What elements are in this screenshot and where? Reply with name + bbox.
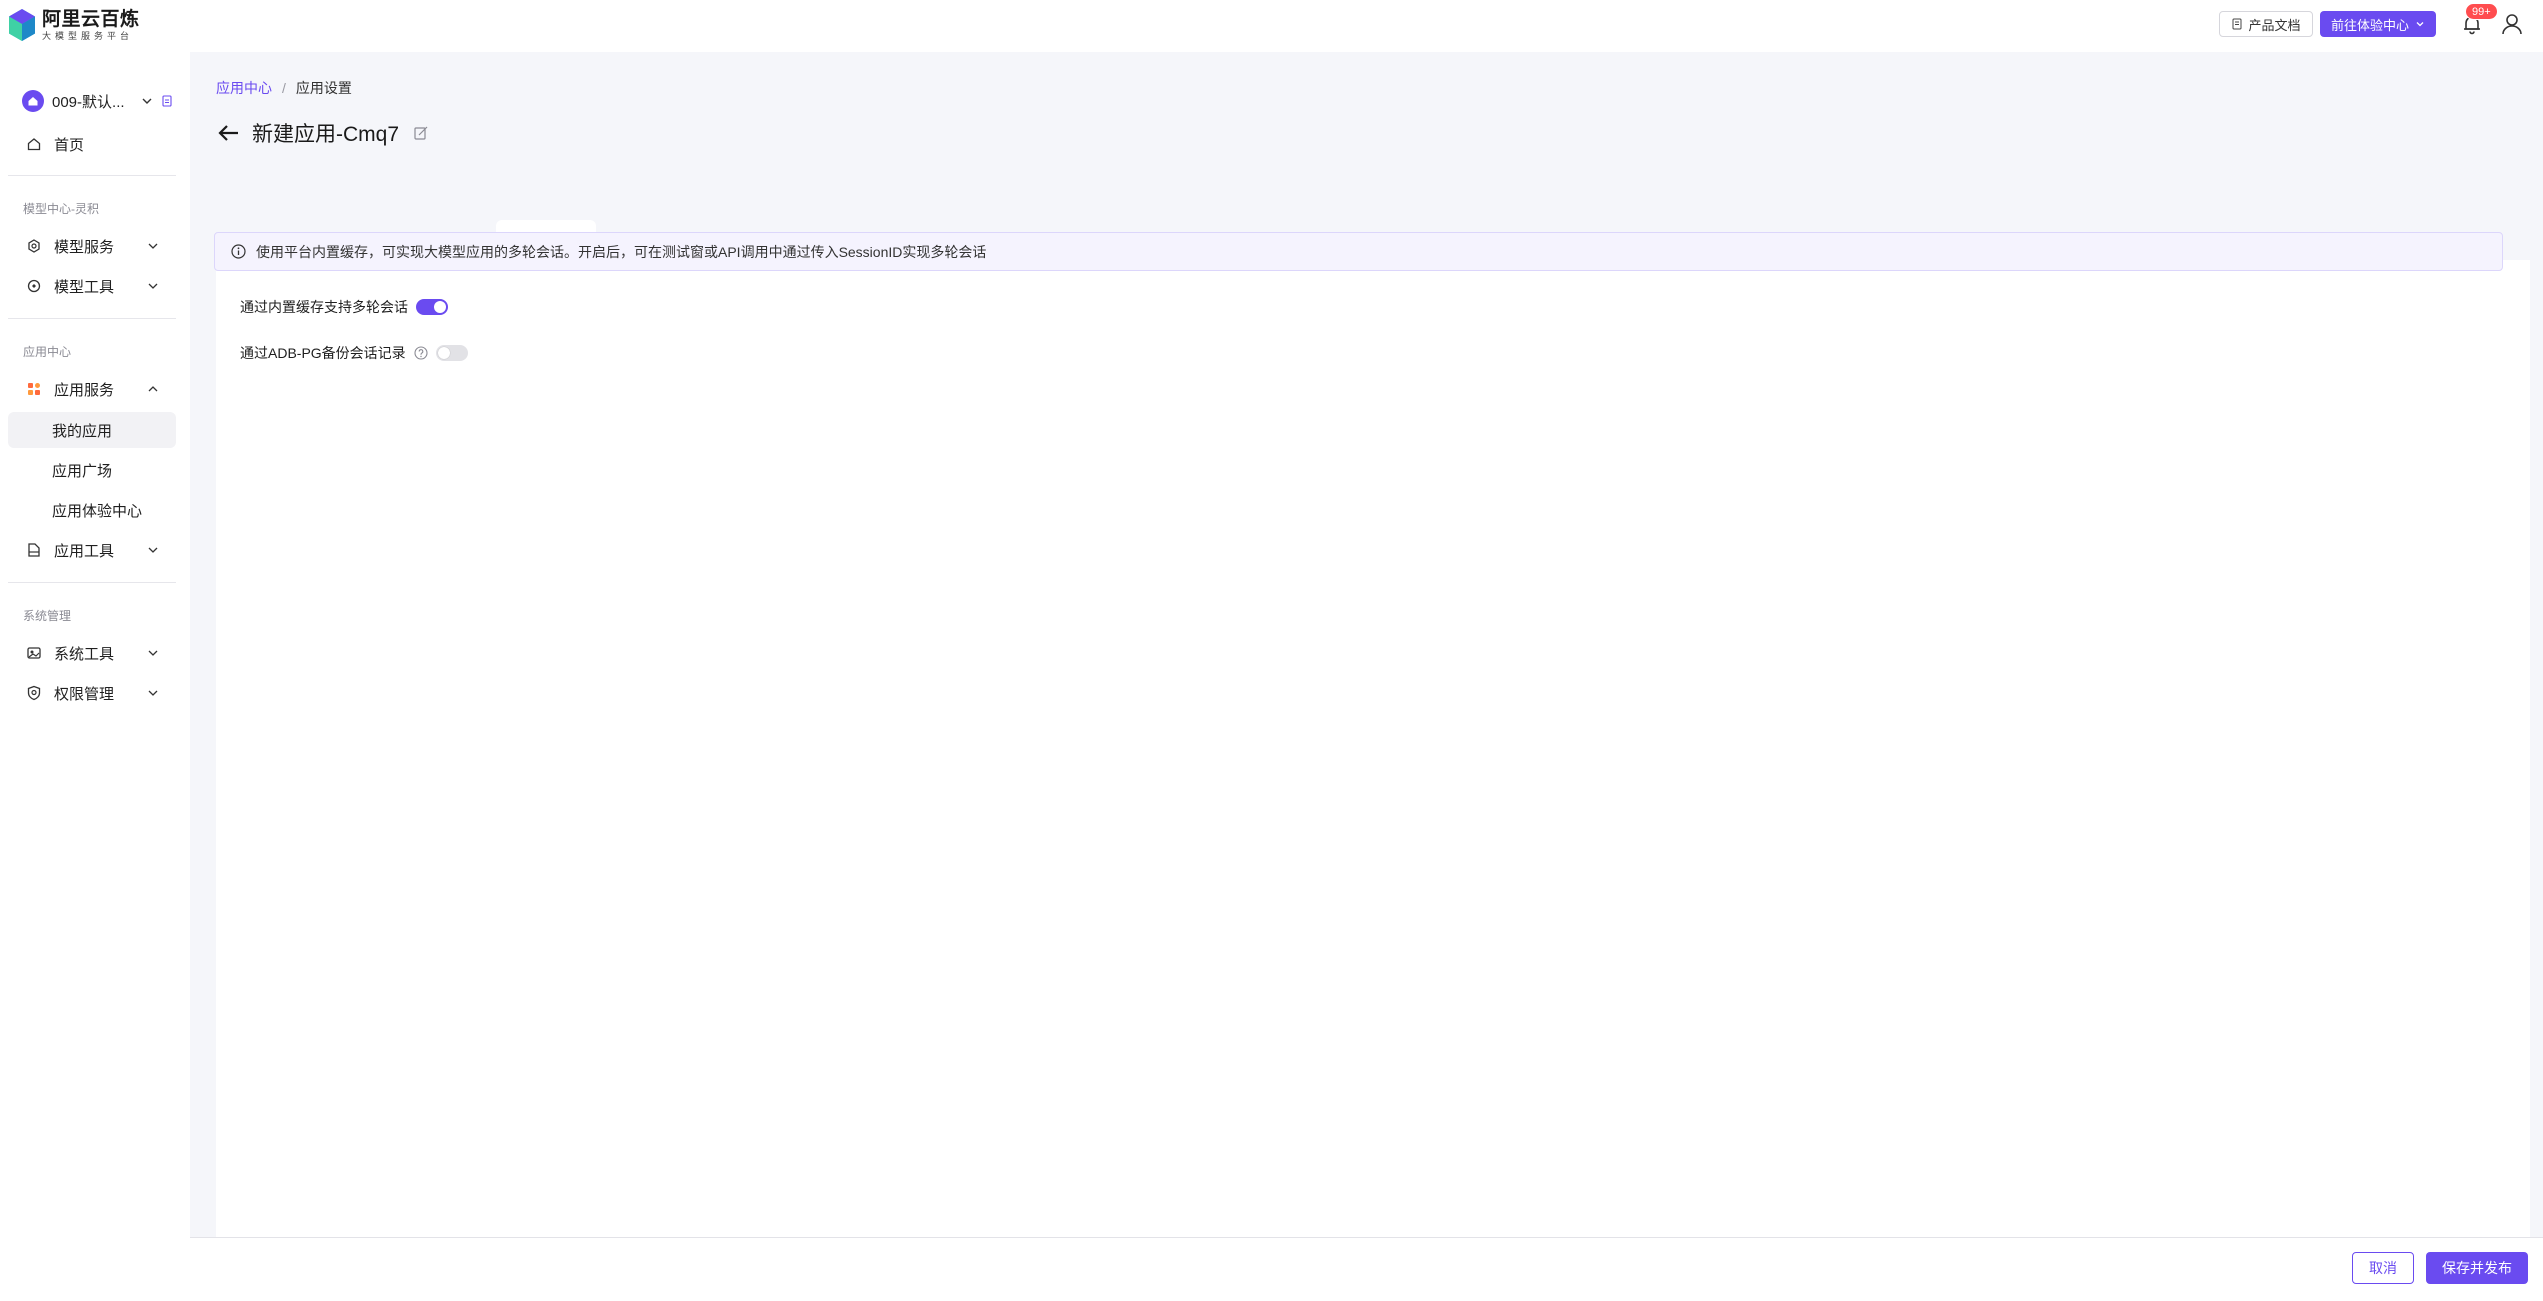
sidebar-item-app-plaza[interactable]: 应用广场 xyxy=(8,452,176,488)
sidebar-item-label: 模型工具 xyxy=(54,278,115,296)
sidebar-item-label: 应用体验中心 xyxy=(52,502,143,520)
system-tools-icon xyxy=(26,645,42,661)
option-builtin-cache: 通过内置缓存支持多轮会话 xyxy=(240,297,448,317)
chevron-down-icon xyxy=(148,690,158,696)
breadcrumb-separator: / xyxy=(282,80,286,96)
sidebar-item-label: 首页 xyxy=(54,136,85,154)
sidebar-item-label: 系统工具 xyxy=(54,645,115,663)
home-icon xyxy=(28,97,38,106)
sidebar-item-model-service[interactable]: 模型服务 xyxy=(8,228,176,264)
document-icon xyxy=(2232,18,2242,30)
section-label-model: 模型中心-灵积 xyxy=(23,202,99,216)
info-alert: 使用平台内置缓存，可实现大模型应用的多轮会话。开启后，可在测试窗或API调用中通… xyxy=(214,232,2503,271)
workspace-doc-icon[interactable] xyxy=(160,94,174,108)
section-label-system: 系统管理 xyxy=(23,609,72,623)
info-icon xyxy=(231,244,246,259)
cancel-button[interactable]: 取消 xyxy=(2352,1252,2414,1284)
chevron-up-icon xyxy=(148,386,158,392)
sidebar-divider xyxy=(8,318,176,319)
brand-title: 阿里云百炼 xyxy=(42,8,140,30)
chevron-down-icon xyxy=(148,243,158,249)
experience-center-button[interactable]: 前往体验中心 xyxy=(2320,11,2436,37)
product-docs-button[interactable]: 产品文档 xyxy=(2219,11,2313,37)
app-tools-icon xyxy=(26,542,42,558)
home-icon xyxy=(26,136,42,152)
edit-icon[interactable] xyxy=(413,125,429,141)
sidebar-item-app-tools[interactable]: 应用工具 xyxy=(8,532,176,568)
footer-bar xyxy=(190,1237,2543,1301)
option-adbpg-backup-label: 通过ADB-PG备份会话记录 xyxy=(240,345,406,361)
info-text: 使用平台内置缓存，可实现大模型应用的多轮会话。开启后，可在测试窗或API调用中通… xyxy=(256,243,987,260)
tab-panel xyxy=(216,260,2530,1268)
save-publish-button[interactable]: 保存并发布 xyxy=(2426,1252,2528,1284)
workspace-avatar xyxy=(22,90,44,112)
sidebar-item-label: 应用广场 xyxy=(52,462,113,480)
sidebar-divider xyxy=(8,175,176,176)
section-label-app: 应用中心 xyxy=(23,345,72,359)
sidebar-item-app-service[interactable]: 应用服务 xyxy=(8,371,176,407)
chevron-down-icon xyxy=(148,650,158,656)
sidebar-item-home[interactable]: 首页 xyxy=(8,126,176,162)
help-icon[interactable] xyxy=(414,346,428,360)
sidebar-item-model-tools[interactable]: 模型工具 xyxy=(8,268,176,304)
sidebar-item-label: 应用服务 xyxy=(54,381,115,399)
notification-badge: 99+ xyxy=(2465,3,2498,20)
main-content: 应用中心 / 应用设置 新建应用-Cmq7 存储实例和数据范围 快速干预 多轮对… xyxy=(190,52,2543,1268)
top-bar: 阿里云百炼 大模型服务平台 产品文档 前往体验中心 99+ xyxy=(0,0,2543,52)
workspace-selector[interactable]: 009-默认... xyxy=(22,87,180,115)
back-arrow-icon[interactable] xyxy=(216,120,242,146)
sidebar-item-label: 模型服务 xyxy=(54,238,115,256)
model-service-icon xyxy=(26,238,42,254)
experience-center-label: 前往体验中心 xyxy=(2330,17,2409,33)
breadcrumb-link-app-center[interactable]: 应用中心 xyxy=(216,78,272,98)
builtin-cache-toggle[interactable] xyxy=(416,299,448,315)
sidebar-item-permission[interactable]: 权限管理 xyxy=(8,675,176,711)
sidebar: 009-默认... 首页 模型中心-灵积 模型服务 模型工具 应用中心 应用服务… xyxy=(0,52,190,1301)
workspace-name: 009-默认... xyxy=(52,93,125,111)
sidebar-item-system-tools[interactable]: 系统工具 xyxy=(8,635,176,671)
brand-subtitle: 大模型服务平台 xyxy=(42,30,134,41)
chevron-down-icon xyxy=(2416,22,2424,27)
breadcrumb-current: 应用设置 xyxy=(295,80,352,96)
page-header: 新建应用-Cmq7 xyxy=(216,118,429,148)
bailian-logo-icon xyxy=(9,9,35,41)
breadcrumb: 应用中心 / 应用设置 xyxy=(216,78,352,98)
adbpg-backup-toggle[interactable] xyxy=(435,345,468,361)
app-service-icon xyxy=(26,381,42,397)
option-builtin-cache-label: 通过内置缓存支持多轮会话 xyxy=(240,299,408,315)
chevron-down-icon[interactable] xyxy=(140,94,154,108)
sidebar-item-app-experience[interactable]: 应用体验中心 xyxy=(8,492,176,528)
chevron-down-icon xyxy=(148,283,158,289)
shield-icon xyxy=(26,685,42,701)
page-title: 新建应用-Cmq7 xyxy=(252,123,400,146)
sidebar-item-label: 应用工具 xyxy=(54,542,115,560)
brand-logo[interactable]: 阿里云百炼 大模型服务平台 xyxy=(8,8,140,42)
sidebar-divider xyxy=(8,582,176,583)
sidebar-item-my-apps[interactable]: 我的应用 xyxy=(8,412,176,448)
model-tools-icon xyxy=(26,278,42,294)
sidebar-item-label: 我的应用 xyxy=(52,422,113,440)
chevron-down-icon xyxy=(148,547,158,553)
sidebar-item-label: 权限管理 xyxy=(54,685,115,703)
user-avatar-icon[interactable] xyxy=(2500,12,2524,36)
option-adbpg-backup: 通过ADB-PG备份会话记录 xyxy=(240,343,468,363)
product-docs-label: 产品文档 xyxy=(2248,17,2301,33)
